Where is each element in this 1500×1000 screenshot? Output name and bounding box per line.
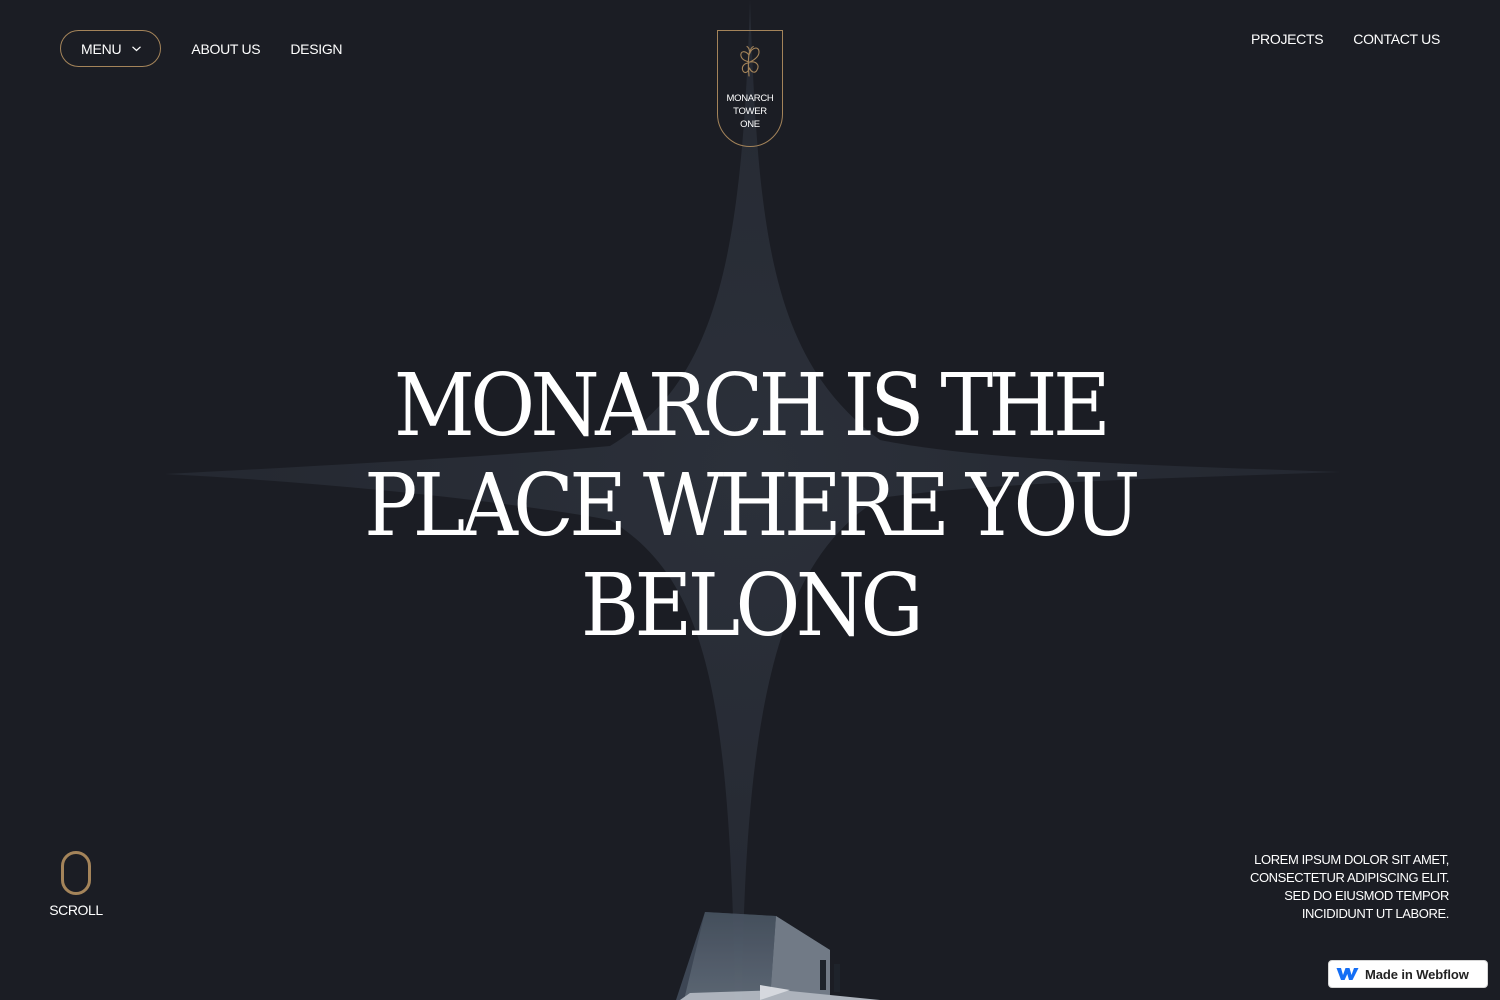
- tagline-line: CONSECTETUR ADIPISCING ELIT.: [1249, 870, 1449, 885]
- tower-image: [676, 912, 880, 1000]
- tagline-line: INCIDIDUNT UT LABORE.: [1301, 906, 1450, 921]
- logo-line: MONARCH: [726, 93, 774, 104]
- nav-link-about-us[interactable]: ABOUT US: [191, 41, 260, 57]
- webflow-badge-label: Made in Webflow: [1365, 966, 1469, 982]
- logo-line: TOWER: [733, 106, 767, 117]
- hero-title: MONARCH IS THE PLACE WHERE YOU BELONG: [290, 356, 1210, 656]
- menu-label: MENU: [81, 40, 122, 57]
- nav-link-design[interactable]: DESIGN: [290, 41, 342, 57]
- hero-page: MENU ABOUT US DESIGN MONARCH TOWER ONE P…: [0, 0, 1500, 1000]
- scroll-indicator[interactable]: SCROLL: [49, 851, 103, 918]
- nav-link-projects[interactable]: PROJECTS: [1251, 31, 1324, 47]
- primary-nav-right: PROJECTS CONTACT US: [1251, 31, 1440, 47]
- nav-link-contact-us[interactable]: CONTACT US: [1353, 31, 1440, 47]
- scroll-label: SCROLL: [49, 902, 103, 918]
- hero-title-line: MONARCH IS THE: [393, 356, 1111, 456]
- logo-wordmark: MONARCH TOWER ONE: [727, 92, 774, 131]
- chevron-down-icon: [131, 43, 142, 54]
- primary-nav-left: MENU ABOUT US DESIGN: [60, 30, 343, 67]
- logo-line: ONE: [740, 119, 760, 130]
- scroll-pill-icon: [61, 851, 91, 895]
- butterfly-icon: [740, 45, 760, 77]
- logo[interactable]: MONARCH TOWER ONE: [717, 30, 783, 147]
- tagline-line: SED DO EIUSMOD TEMPOR: [1284, 888, 1449, 903]
- made-in-webflow-badge[interactable]: Made in Webflow: [1328, 960, 1488, 988]
- hero-title-line: PLACE WHERE YOU: [364, 456, 1140, 556]
- tagline-line: LOREM IPSUM DOLOR SIT AMET,: [1254, 852, 1449, 867]
- hero-title-line: BELONG: [580, 556, 924, 656]
- webflow-icon: [1336, 967, 1359, 981]
- hero-tagline: LOREM IPSUM DOLOR SIT AMET, CONSECTETUR …: [1169, 851, 1449, 923]
- menu-button[interactable]: MENU: [60, 30, 162, 67]
